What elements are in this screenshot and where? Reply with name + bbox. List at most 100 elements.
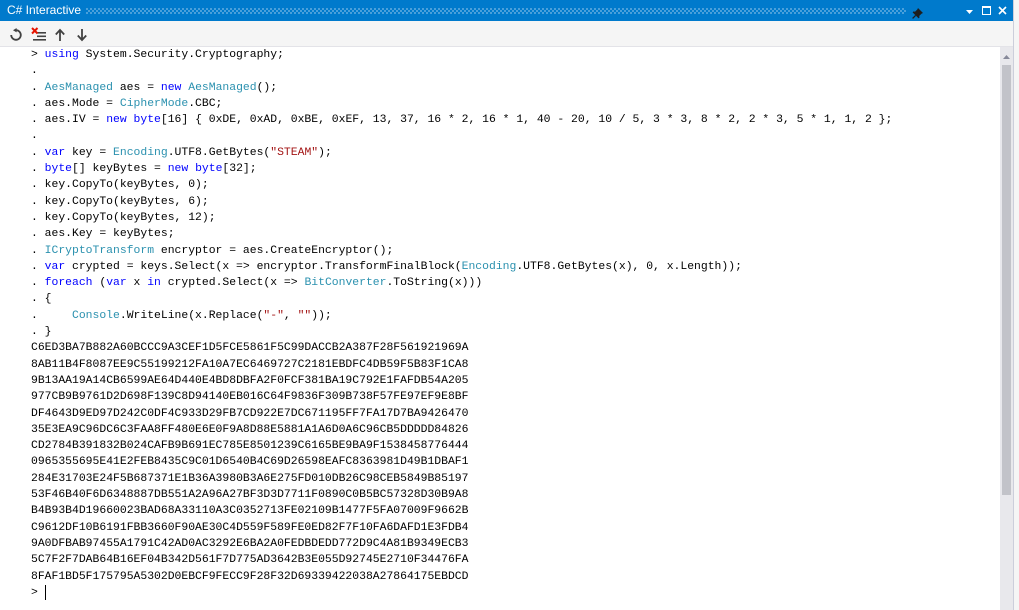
input-line: . var crypted = keys.Select(x => encrypto…: [31, 259, 1000, 275]
code-token: var: [44, 146, 66, 159]
maximize-button[interactable]: [979, 3, 994, 18]
code-token: crypted = keys.Select(x => encryptor.Tra…: [65, 260, 462, 273]
prompt-marker: .: [31, 114, 38, 127]
input-line: . AesManaged aes = new AesManaged();: [31, 80, 1000, 96]
code-token: Console: [72, 309, 120, 322]
input-line: . key.CopyTo(keyBytes, 6);: [31, 194, 1000, 210]
toolbar: [0, 21, 1013, 47]
prompt-marker: .: [31, 277, 38, 290]
vertical-scrollbar[interactable]: [1000, 47, 1013, 610]
code-token: aes =: [113, 81, 161, 94]
window-menu-button[interactable]: [962, 4, 977, 19]
code-token: Encoding: [113, 146, 168, 159]
code-token: [16] { 0xDE, 0xAD, 0xBE, 0xEF, 13, 37, 1…: [160, 114, 893, 127]
window-title: C# Interactive: [7, 3, 82, 17]
current-input-line[interactable]: >: [31, 584, 1000, 601]
code-token: byte: [133, 114, 161, 127]
code-token: BitConverter: [304, 277, 387, 290]
code-token: key.CopyTo(keyBytes, 0);: [44, 179, 209, 192]
code-token: new: [167, 163, 189, 176]
clear-button[interactable]: [29, 25, 49, 44]
code-token: .ToString(x))): [386, 277, 483, 290]
prompt-marker: .: [31, 179, 38, 192]
code-token: foreach: [44, 277, 93, 290]
code-token: byte: [44, 163, 72, 176]
code-token: var: [106, 277, 127, 290]
prompt-marker: .: [31, 293, 38, 306]
input-line: . byte[] keyBytes = new byte[32];: [31, 161, 1000, 177]
code-token: key.CopyTo(keyBytes, 12);: [44, 211, 216, 224]
code-token: ();: [256, 81, 278, 94]
output-line: C9612DF10B6191FBB3660F90AE30C4D559F589FE…: [31, 521, 469, 534]
clear-icon: [31, 26, 46, 41]
output-line: 284E31703E24F5B687371E1B36A3980B3A6E275F…: [31, 472, 469, 485]
arrow-up-icon: [55, 28, 65, 41]
history-next-button[interactable]: [72, 25, 92, 44]
title-bar[interactable]: C# Interactive: [0, 0, 1013, 21]
code-token: "": [297, 309, 312, 322]
code-token: }: [44, 326, 52, 339]
code-token: aes.Key = keyBytes;: [44, 228, 175, 241]
prompt-marker: .: [31, 309, 38, 322]
close-button[interactable]: [995, 3, 1010, 18]
output-line: B4B93B4D19660023BAD68A33110A3C0352713FE0…: [31, 505, 469, 518]
console-lines: > using System.Security.Cryptography;.. Ae…: [31, 47, 1000, 601]
interactive-editor[interactable]: > using System.Security.Cryptography;.. Ae…: [0, 47, 1000, 610]
scroll-up-button[interactable]: [1000, 51, 1013, 63]
prompt-marker: .: [31, 146, 38, 159]
text-caret: [44, 584, 46, 600]
prompt-marker: >: [31, 587, 38, 600]
reset-button[interactable]: [6, 25, 26, 44]
code-token: (: [92, 277, 107, 290]
scrollbar-thumb[interactable]: [1002, 65, 1011, 495]
code-token: Encoding: [461, 260, 517, 273]
prompt-marker: .: [31, 260, 38, 273]
code-token: .UTF8.GetBytes(: [167, 146, 271, 159]
code-token: ICryptoTransform: [44, 244, 155, 257]
csharp-interactive-window: C# Interactive > using System.Security.C…: [0, 0, 1013, 610]
prompt-marker: .: [31, 65, 38, 78]
code-token: "STEAM": [270, 146, 319, 159]
code-token: encryptor = aes.CreateEncryptor();: [154, 244, 394, 257]
output-line: 53F46B40F6D6348887DB551A2A96A27BF3D3D771…: [31, 489, 469, 502]
arrow-down-icon: [77, 28, 87, 41]
input-line: . aes.Mode = CipherMode.CBC;: [31, 96, 1000, 112]
code-token: in: [147, 277, 161, 290]
history-previous-button[interactable]: [50, 25, 70, 44]
input-line: . foreach (var x in crypted.Select(x => B…: [31, 275, 1000, 291]
code-token: [] keyBytes =: [72, 163, 168, 176]
input-line: .: [31, 128, 1000, 144]
output-line: 9B13AA19A14CB6599AE64D440E4BD8DBFA2F0FCF…: [31, 374, 469, 387]
code-token: key =: [65, 146, 114, 159]
prompt-marker: >: [31, 49, 38, 61]
code-token: x: [126, 277, 148, 290]
prompt-marker: .: [31, 195, 38, 208]
output-line: C6ED3BA7B882A60BCCC9A3CEF1D5FCE5861F5C99…: [31, 342, 469, 355]
code-token: "-": [263, 309, 284, 322]
input-line: . key.CopyTo(keyBytes, 12);: [31, 210, 1000, 226]
code-token: .WriteLine(x.Replace(: [119, 309, 264, 322]
code-token: aes.IV =: [44, 114, 107, 127]
title-bar-grip: [86, 8, 906, 14]
code-token: using: [44, 49, 79, 61]
code-token: AesManaged: [44, 81, 114, 94]
input-line: . key.CopyTo(keyBytes, 0);: [31, 177, 1000, 193]
prompt-marker: .: [31, 81, 38, 94]
code-token: {: [44, 293, 52, 306]
prompt-marker: .: [31, 97, 38, 110]
input-line: .{: [31, 291, 1000, 307]
dropdown-arrow-icon: [966, 9, 973, 14]
input-line: . ICryptoTransform encryptor = aes.Create…: [31, 243, 1000, 259]
pin-button[interactable]: [910, 6, 925, 21]
code-token: new: [106, 114, 127, 127]
output-line: 977CB9B9761D2D698F139C8D94140EB016C64F98…: [31, 391, 469, 404]
adjacent-panel-edge: [1013, 0, 1019, 610]
code-token: AesManaged: [188, 81, 257, 94]
code-token: CipherMode: [119, 97, 189, 110]
code-token: ));: [311, 309, 332, 322]
output-line: 5C7F2F7DAB64B16EF04B342D561F7D775AD3642B…: [31, 554, 469, 567]
close-icon: [998, 6, 1007, 15]
scroll-up-arrow-icon: [1003, 55, 1010, 59]
output-line: 8AB11B4F8087EE9C55199212FA10A7EC6469727C…: [31, 358, 469, 371]
